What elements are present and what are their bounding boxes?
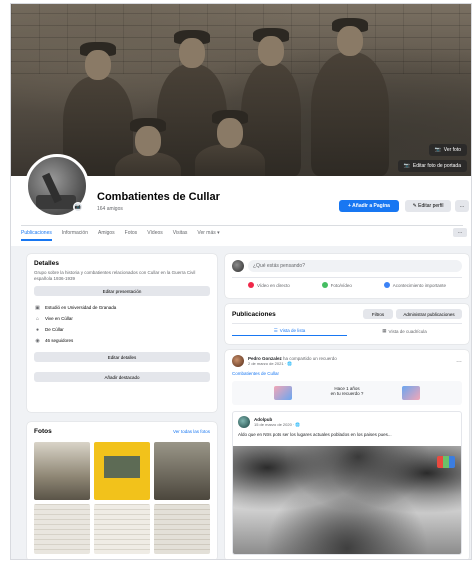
cover-wall-texture: [11, 4, 471, 74]
photos-title: Fotos: [34, 428, 52, 435]
tab-publicaciones[interactable]: Publicaciones: [21, 230, 52, 241]
profile-tabs: Publicaciones Información Amigos Fotos V…: [21, 230, 220, 241]
info-list: ▣ Estudió en Universidad de Granada ⌂ Vi…: [34, 302, 210, 346]
edit-details-button[interactable]: Editar detalles: [34, 352, 210, 362]
camera-icon: 📷: [434, 147, 441, 153]
followers-icon: ◉: [35, 337, 40, 344]
post-options-icon[interactable]: …: [456, 358, 462, 364]
info-row-lives: ⌂ Vive en Cúllar: [35, 315, 73, 322]
more-options-button[interactable]: …: [455, 200, 469, 212]
post-author-avatar[interactable]: [232, 355, 244, 367]
filters-button[interactable]: Filtros: [363, 309, 393, 319]
shared-post-text: Aldo que en Ntrs pots ser los lugares ac…: [238, 432, 392, 437]
photo-thumbnail[interactable]: [34, 442, 90, 500]
browser-frame: 📷 Ver foto 📷 Editar foto de portada 📷 Co…: [10, 3, 472, 560]
post-date[interactable]: 2 de marzo de 2021 · 🌐: [248, 361, 452, 366]
tab-informacion[interactable]: Información: [62, 230, 88, 241]
briefcase-icon: ▣: [35, 304, 40, 311]
photo-icon: [321, 282, 328, 288]
see-all-photos-link[interactable]: Ver todas las fotos: [173, 429, 210, 434]
profile-header: 📷 Combatientes de Cullar 164 amigos + Añ…: [11, 154, 471, 246]
tabs-more-button[interactable]: …: [453, 228, 467, 237]
edit-bio-button[interactable]: Editar presentación: [34, 286, 210, 296]
photo-thumbnail[interactable]: [94, 442, 150, 500]
publications-title: Publicaciones: [232, 310, 276, 318]
details-card: Detalles Grupo sobre la historia y comba…: [27, 254, 217, 412]
cover-photo[interactable]: 📷 Ver foto 📷 Editar foto de portada: [11, 4, 471, 176]
divider: [21, 225, 463, 226]
group-description: Grupo sobre la historia y combatientes r…: [34, 270, 196, 281]
photo-thumbnail[interactable]: [154, 442, 210, 500]
live-video-button[interactable]: Vídeo en directo: [247, 282, 290, 288]
pin-icon: ●: [35, 326, 40, 333]
cover-figure: [115, 118, 181, 176]
tab-visitas[interactable]: Visitas: [173, 230, 188, 241]
tab-amigos[interactable]: Amigos: [98, 230, 115, 241]
home-icon: ⌂: [35, 315, 40, 322]
photo-thumbnail[interactable]: [34, 504, 90, 554]
info-row-followers: ◉ 46 seguidores: [35, 337, 74, 344]
photo-thumbnail[interactable]: [94, 504, 150, 554]
tab-fotos[interactable]: Fotos: [125, 230, 138, 241]
post-composer-input[interactable]: ¿Qué estás pensando?: [248, 260, 462, 272]
grid-icon: ▦: [382, 328, 387, 333]
add-featured-button[interactable]: Añadir destacado: [34, 372, 210, 382]
cover-figure: [311, 18, 389, 176]
info-row-study: ▣ Estudió en Universidad de Granada: [35, 304, 117, 311]
shared-post[interactable]: Adolpub 15 de marzo de 2020 · 🌐 Aldo que…: [232, 411, 462, 555]
page-title: Combatientes de Cullar: [97, 191, 220, 203]
photo-video-button[interactable]: Foto/vídeo: [321, 282, 352, 288]
watermark-logo: [437, 456, 455, 468]
publications-card: Publicaciones Filtros Administrar public…: [225, 304, 469, 344]
tab-videos[interactable]: Vídeos: [147, 230, 163, 241]
manage-posts-button[interactable]: Administrar publicaciones: [396, 309, 462, 319]
memory-right-image: [402, 386, 420, 400]
flag-icon: [383, 282, 390, 288]
camera-icon: 📷: [403, 163, 410, 169]
photo-thumbnail[interactable]: [154, 504, 210, 554]
info-row-from: ● De Cúllar: [35, 326, 64, 333]
members-count[interactable]: 164 amigos: [97, 206, 123, 212]
edit-cover-button[interactable]: 📷 Editar foto de portada: [397, 160, 467, 172]
shared-author-avatar[interactable]: [238, 416, 250, 428]
composer-card: ¿Qué estás pensando? Vídeo en directo Fo…: [225, 254, 469, 298]
tab-ver-mas[interactable]: Ver más ▾: [197, 230, 219, 241]
list-view-tab[interactable]: ☰ Vista de lista: [232, 326, 347, 336]
avatar[interactable]: [232, 260, 244, 272]
cover-figure: [195, 110, 265, 176]
list-icon: ☰: [273, 327, 278, 333]
grid-view-tab[interactable]: ▦ Vista de cuadrícula: [347, 326, 462, 336]
details-title: Detalles: [34, 260, 59, 267]
shared-post-date[interactable]: 15 de marzo de 2020 · 🌐: [254, 422, 300, 427]
shared-post-image[interactable]: [233, 446, 461, 554]
add-page-button[interactable]: + Añadir a Pagina: [339, 200, 399, 212]
avatar-camera-icon[interactable]: 📷: [73, 202, 83, 212]
live-video-icon: [247, 282, 254, 288]
photos-card: Fotos Ver todas las fotos: [27, 422, 217, 559]
view-photo-button[interactable]: 📷 Ver foto: [428, 144, 467, 156]
memory-text: Hace 1 años en tu recuerdo ?: [330, 386, 364, 396]
life-event-button[interactable]: Acontecimiento importante: [383, 282, 446, 288]
edit-profile-button[interactable]: ✎ Editar perfil: [405, 200, 451, 212]
post-card: Pedro Gonzalez ha compartido un recuerdo…: [225, 350, 469, 559]
post-group-link[interactable]: Combatientes de Cullar: [232, 371, 462, 376]
memory-banner: Hace 1 años en tu recuerdo ?: [232, 381, 462, 405]
